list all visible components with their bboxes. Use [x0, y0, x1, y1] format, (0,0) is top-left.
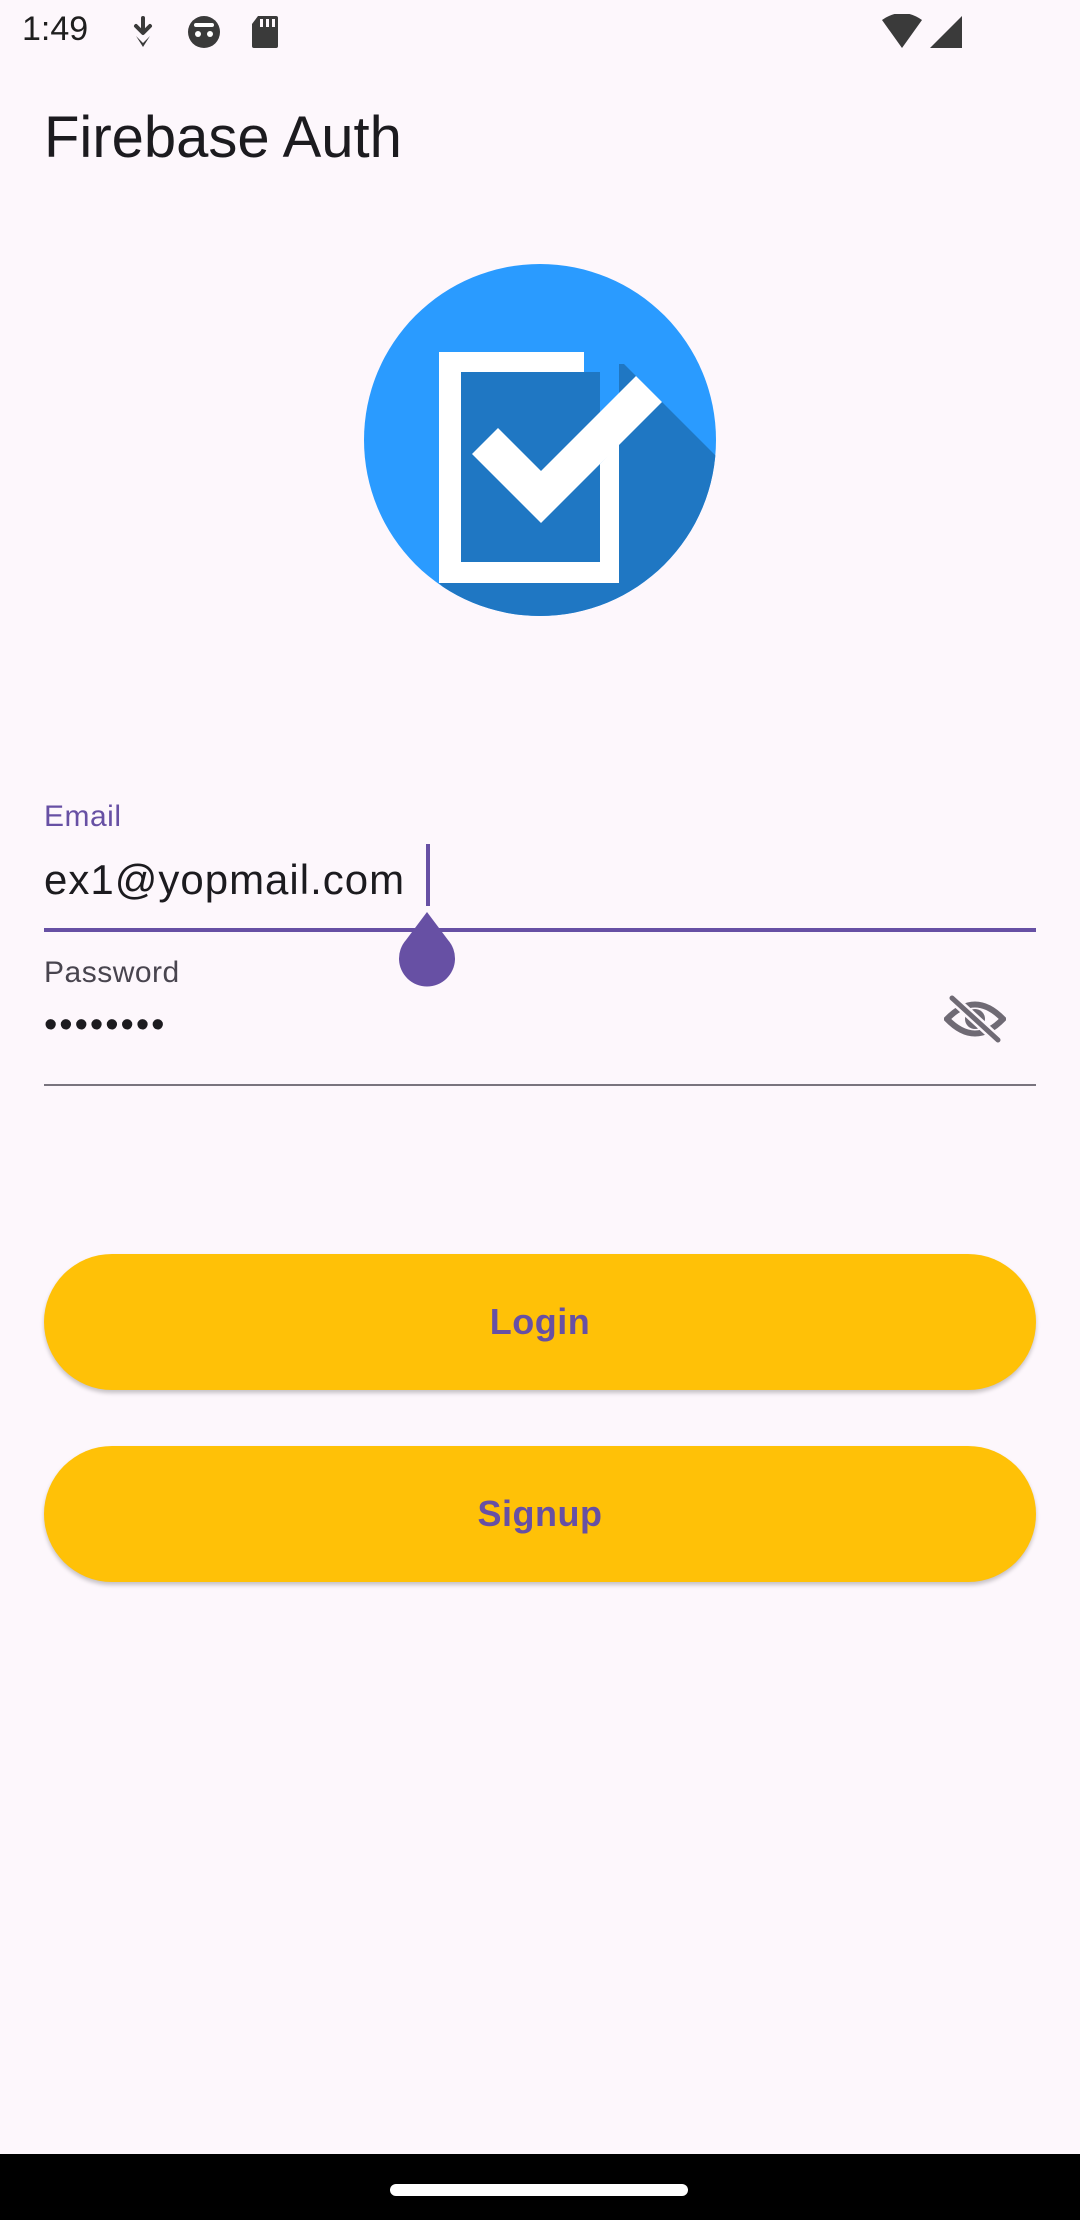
wifi-icon	[880, 14, 924, 50]
visibility-off-icon[interactable]	[942, 986, 1008, 1052]
navigation-bar	[0, 2154, 1080, 2220]
password-field[interactable]: Password ••••••••	[44, 948, 1036, 1090]
android-head-icon	[186, 14, 222, 50]
status-time: 1:49	[22, 10, 89, 48]
app-logo	[364, 264, 716, 616]
download-icon	[128, 14, 158, 50]
signup-button[interactable]: Signup	[44, 1446, 1036, 1582]
password-underline	[44, 1084, 1036, 1086]
home-gesture-handle[interactable]	[390, 2184, 688, 2196]
checkbox-check-icon	[364, 264, 716, 616]
status-bar: 1:49	[0, 0, 1080, 66]
email-label: Email	[44, 800, 122, 833]
email-underline	[44, 928, 1036, 932]
password-input[interactable]: ••••••••	[44, 1004, 166, 1047]
login-button[interactable]: Login	[44, 1254, 1036, 1390]
password-label: Password	[44, 956, 180, 989]
cell-signal-icon	[928, 14, 964, 50]
sd-card-icon	[250, 14, 280, 50]
email-input[interactable]: ex1@yopmail.com	[44, 856, 405, 904]
text-cursor	[426, 844, 430, 906]
email-field[interactable]: Email ex1@yopmail.com	[44, 790, 1036, 987]
page-title: Firebase Auth	[44, 105, 402, 170]
